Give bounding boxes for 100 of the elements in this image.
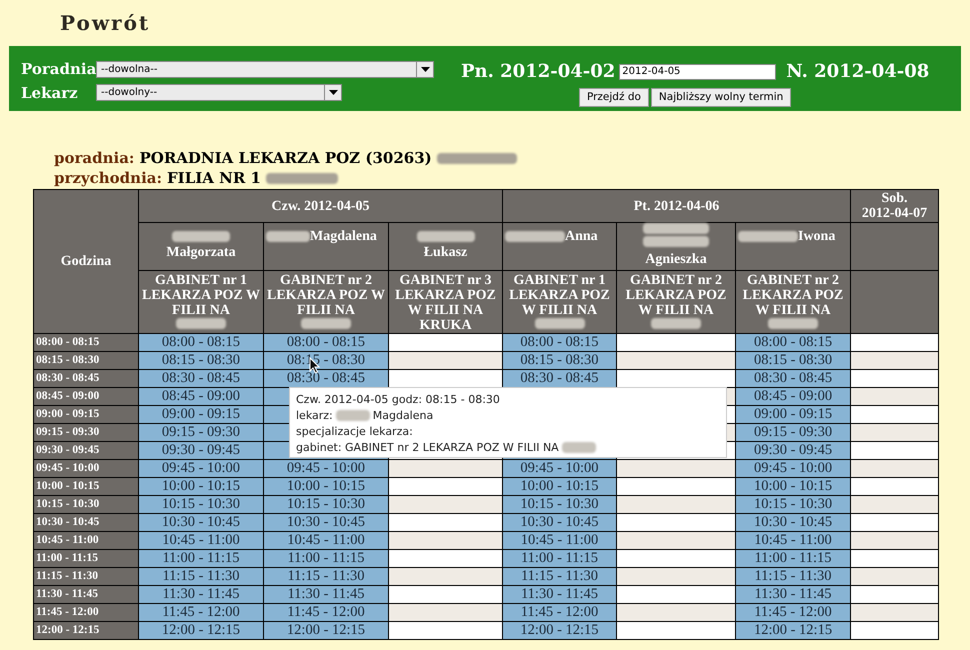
time-slot[interactable]: 10:45 - 11:00 — [138, 532, 264, 550]
time-slot[interactable]: 11:15 - 11:30 — [138, 568, 264, 586]
time-cell: 08:00 - 08:15 — [34, 334, 138, 352]
room-name: GABINET nr 2 LEKARZA POZ W FILII NA — [624, 273, 728, 318]
time-slot[interactable]: 09:45 - 10:00 — [736, 460, 851, 478]
time-slot[interactable]: 12:00 - 12:15 — [138, 622, 264, 640]
time-slot[interactable]: 12:00 - 12:15 — [736, 622, 851, 640]
time-cell: 08:45 - 09:00 — [34, 388, 138, 406]
time-slot[interactable]: 10:30 - 10:45 — [138, 514, 264, 532]
time-slot[interactable]: 08:30 - 08:45 — [502, 370, 616, 388]
dropdown-arrow-icon — [420, 66, 430, 72]
time-slot[interactable]: 11:45 - 12:00 — [502, 604, 616, 622]
time-slot[interactable]: 09:00 - 09:15 — [736, 406, 851, 424]
doctor-name: Łukasz — [424, 244, 468, 262]
time-slot[interactable]: 09:45 - 10:00 — [264, 460, 388, 478]
time-slot[interactable]: 08:30 - 08:45 — [138, 370, 264, 388]
time-slot[interactable]: 12:00 - 12:15 — [502, 622, 616, 640]
room-name: GABINET nr 1 LEKARZA POZ W FILII NA — [141, 273, 261, 318]
room-name: GABINET nr 2 LEKARZA POZ W FILII NA — [266, 273, 386, 318]
time-slot[interactable]: 08:30 - 08:45 — [736, 370, 851, 388]
tooltip-text: gabinet: GABINET nr 2 LEKARZA POZ W FILII NA — [296, 440, 559, 455]
time-slot[interactable]: 11:45 - 12:00 — [264, 604, 388, 622]
info-value: FILIA NR 1 — [167, 168, 261, 189]
time-slot[interactable]: 10:00 - 10:15 — [138, 478, 264, 496]
time-slot[interactable]: 08:00 - 08:15 — [138, 334, 264, 352]
doctor-name: Agnieszka — [645, 251, 707, 269]
time-cell: 11:00 - 11:15 — [34, 550, 138, 568]
time-slot[interactable]: 09:30 - 09:45 — [736, 442, 851, 460]
time-slot[interactable]: 08:00 - 08:15 — [502, 334, 616, 352]
time-slot[interactable]: 11:00 - 11:15 — [264, 550, 388, 568]
time-slot[interactable]: 08:15 - 08:30 — [736, 352, 851, 370]
time-cell: 10:00 - 10:15 — [34, 478, 138, 496]
nav-button[interactable]: Przejdź do — [578, 88, 649, 107]
time-slot[interactable]: 11:00 - 11:15 — [502, 550, 616, 568]
time-slot[interactable]: 08:45 - 09:00 — [138, 388, 264, 406]
time-slot[interactable]: 09:45 - 10:00 — [138, 460, 264, 478]
time-slot[interactable]: 10:30 - 10:45 — [736, 514, 851, 532]
time-slot[interactable]: 11:30 - 11:45 — [502, 586, 616, 604]
time-slot[interactable]: 09:45 - 10:00 — [502, 460, 616, 478]
nav-button[interactable]: Najbliższy wolny termin — [650, 88, 792, 107]
date-field[interactable]: 2012-04-05 — [619, 64, 776, 80]
time-slot[interactable]: 11:00 - 11:15 — [736, 550, 851, 568]
back-link[interactable]: Powrót — [60, 8, 150, 38]
time-slot[interactable]: 10:15 - 10:30 — [138, 496, 264, 514]
time-cell: 10:45 - 11:00 — [34, 532, 138, 550]
time-cell: 12:00 - 12:15 — [34, 622, 138, 640]
time-slot[interactable]: 10:00 - 10:15 — [264, 478, 388, 496]
time-slot[interactable]: 08:30 - 08:45 — [264, 370, 388, 388]
info-label: przychodnia: — [54, 168, 162, 189]
time-slot[interactable]: 08:00 - 08:15 — [736, 334, 851, 352]
day-header: Sob. 2012-04-07 — [850, 190, 939, 222]
time-slot[interactable]: 08:00 - 08:15 — [264, 334, 388, 352]
time-slot[interactable]: 10:30 - 10:45 — [502, 514, 616, 532]
filter-label: Poradnia — [21, 59, 96, 80]
time-cell: 11:30 - 11:45 — [34, 586, 138, 604]
room-name: GABINET nr 2 LEKARZA POZ W FILII NA — [742, 273, 844, 318]
info-label: poradnia: — [54, 148, 134, 169]
time-slot[interactable]: 10:45 - 11:00 — [736, 532, 851, 550]
info-value: PORADNIA LEKARZA POZ (30263) — [139, 148, 432, 169]
time-slot[interactable]: 11:15 - 11:30 — [736, 568, 851, 586]
time-slot[interactable]: 10:45 - 11:00 — [502, 532, 616, 550]
time-slot[interactable]: 11:30 - 11:45 — [264, 586, 388, 604]
doctor-name: Magdalena — [310, 228, 377, 246]
time-slot[interactable]: 11:30 - 11:45 — [736, 586, 851, 604]
doctor-name: Iwona — [798, 228, 836, 246]
time-slot[interactable]: 09:15 - 09:30 — [736, 424, 851, 442]
time-slot[interactable]: 10:15 - 10:30 — [736, 496, 851, 514]
time-slot[interactable]: 10:15 - 10:30 — [264, 496, 388, 514]
time-slot[interactable]: 10:00 - 10:15 — [502, 478, 616, 496]
time-slot[interactable]: 11:15 - 11:30 — [264, 568, 388, 586]
time-cell: 09:45 - 10:00 — [34, 460, 138, 478]
time-slot[interactable]: 08:45 - 09:00 — [736, 388, 851, 406]
dropdown-arrow-icon — [328, 90, 338, 96]
time-slot[interactable]: 10:00 - 10:15 — [736, 478, 851, 496]
time-slot[interactable]: 09:00 - 09:15 — [138, 406, 264, 424]
dropdown[interactable]: --dowolna-- — [96, 60, 434, 78]
time-slot[interactable]: 11:30 - 11:45 — [138, 586, 264, 604]
time-cell: 09:15 - 09:30 — [34, 424, 138, 442]
time-slot[interactable]: 11:45 - 12:00 — [138, 604, 264, 622]
time-slot[interactable]: 10:30 - 10:45 — [264, 514, 388, 532]
time-cell: 09:30 - 09:45 — [34, 442, 138, 460]
time-slot[interactable]: 11:00 - 11:15 — [138, 550, 264, 568]
tooltip-text: specjalizacje lekarza: — [296, 424, 413, 439]
week-start-date: Pn. 2012-04-02 — [461, 60, 616, 84]
time-slot[interactable]: 11:15 - 11:30 — [502, 568, 616, 586]
doctor-name: Anna — [565, 228, 598, 246]
time-cell: 10:30 - 10:45 — [34, 514, 138, 532]
time-slot[interactable]: 09:30 - 09:45 — [138, 442, 264, 460]
tooltip-text: Magdalena — [372, 408, 434, 423]
filter-label: Lekarz — [21, 82, 79, 104]
time-slot[interactable]: 08:15 - 08:30 — [138, 352, 264, 370]
time-cell: 11:15 - 11:30 — [34, 568, 138, 586]
time-slot[interactable]: 12:00 - 12:15 — [264, 622, 388, 640]
time-slot[interactable]: 10:45 - 11:00 — [264, 532, 388, 550]
time-slot[interactable]: 09:15 - 09:30 — [138, 424, 264, 442]
time-slot[interactable]: 10:15 - 10:30 — [502, 496, 616, 514]
doctor-name: Małgorzata — [166, 244, 236, 262]
time-slot[interactable]: 08:15 - 08:30 — [502, 352, 616, 370]
dropdown[interactable]: --dowolny-- — [96, 84, 342, 102]
time-slot[interactable]: 11:45 - 12:00 — [736, 604, 851, 622]
